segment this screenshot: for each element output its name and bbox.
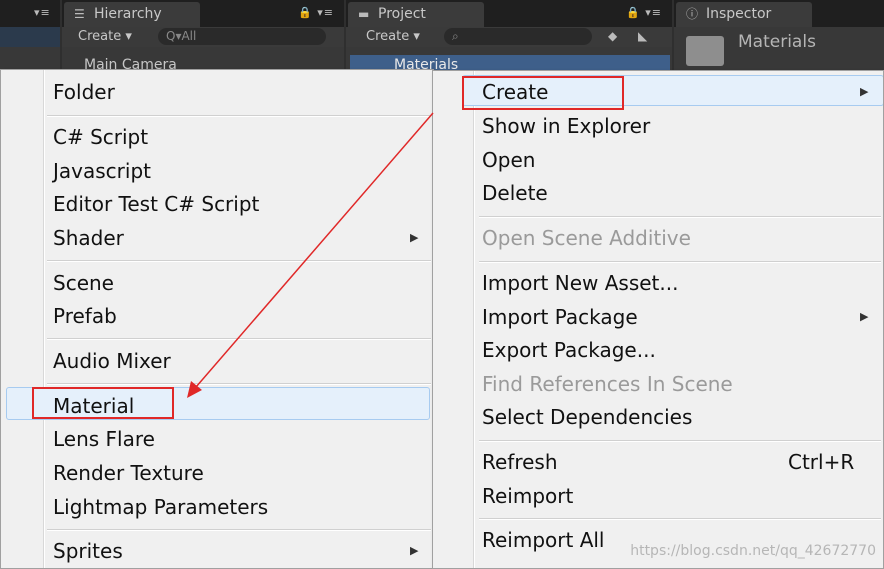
- project-lock-menu-icon[interactable]: 🔒 ▾≡: [626, 6, 662, 19]
- project-panel: ▬ Project 🔒 ▾≡ Create ▾ ⌕ ◆ ◣ Materials: [346, 0, 672, 80]
- create-submenu-separator: [47, 115, 431, 117]
- create-submenu-item-render-texture[interactable]: Render Texture: [1, 458, 433, 488]
- context-menu-item-label: Refresh: [482, 450, 558, 474]
- context-menu-item-label: Open: [482, 148, 536, 172]
- create-submenu-separator: [47, 529, 431, 531]
- context-menu-item-export-package[interactable]: Export Package...: [433, 335, 883, 365]
- hierarchy-list-icon: ☰: [74, 7, 85, 21]
- create-submenu-item-label: Shader: [53, 226, 124, 250]
- submenu-arrow-icon: ▶: [410, 544, 419, 557]
- context-menu-item-refresh[interactable]: Refresh Ctrl+R: [433, 447, 883, 477]
- context-menu-separator: [479, 518, 881, 520]
- project-create-dropdown[interactable]: Create ▾: [366, 28, 420, 46]
- context-menu-item-label: Delete: [482, 181, 548, 205]
- context-menu-item-delete[interactable]: Delete: [433, 178, 883, 208]
- tab-project-label: Project: [378, 6, 426, 22]
- context-menu-item-label: Import Package: [482, 305, 638, 329]
- create-submenu-item-label: Audio Mixer: [53, 349, 171, 373]
- tab-inspector[interactable]: ⓘ Inspector: [676, 2, 812, 27]
- create-submenu-item-folder[interactable]: Folder: [1, 77, 433, 107]
- annotation-box-create: [462, 76, 624, 110]
- folder-tab-icon: ▬: [358, 7, 370, 21]
- annotation-box-material: [32, 387, 174, 419]
- context-menu-separator: [479, 216, 881, 218]
- create-submenu-item-label: Folder: [53, 80, 115, 104]
- context-menu-item-import-new-asset[interactable]: Import New Asset...: [433, 268, 883, 298]
- create-submenu-item-label: Render Texture: [53, 461, 204, 485]
- search-icon: ⌕: [452, 29, 459, 43]
- filter-by-type-icon[interactable]: ◆: [608, 29, 617, 43]
- context-menu-item-shortcut: Ctrl+R: [788, 450, 855, 474]
- context-menu-item-import-package[interactable]: Import Package ▶: [433, 302, 883, 332]
- create-submenu-item-editor-test-c-script[interactable]: Editor Test C# Script: [1, 189, 433, 219]
- inspector-title: Materials: [738, 32, 816, 52]
- watermark-text: https://blog.csdn.net/qq_42672770: [630, 543, 876, 559]
- context-menu-item-label: Open Scene Additive: [482, 226, 691, 250]
- context-menu-item-open[interactable]: Open: [433, 145, 883, 175]
- create-submenu-item-c-script[interactable]: C# Script: [1, 122, 433, 152]
- create-submenu-item-shader[interactable]: Shader ▶: [1, 223, 433, 253]
- create-submenu-separator: [47, 260, 431, 262]
- create-submenu-item-lightmap-parameters[interactable]: Lightmap Parameters: [1, 492, 433, 522]
- create-submenu-item-label: Lightmap Parameters: [53, 495, 269, 519]
- tab-inspector-label: Inspector: [706, 6, 772, 22]
- context-menu-item-label: Import New Asset...: [482, 271, 679, 295]
- tab-hierarchy[interactable]: ☰ Hierarchy: [64, 2, 200, 27]
- create-submenu-item-label: Prefab: [53, 304, 117, 328]
- hierarchy-toolbar: Create ▾ Q▾All: [62, 27, 344, 47]
- context-menu-item-find-references-in-scene: Find References In Scene: [433, 369, 883, 399]
- context-menu-item-label: Reimport All: [482, 528, 605, 552]
- context-menu-item-reimport[interactable]: Reimport: [433, 481, 883, 511]
- submenu-arrow-icon: ▶: [860, 310, 869, 323]
- create-submenu-item-label: Editor Test C# Script: [53, 192, 260, 216]
- create-submenu-item-lens-flare[interactable]: Lens Flare: [1, 424, 433, 454]
- create-submenu-item-label: Lens Flare: [53, 427, 155, 451]
- create-submenu-separator: [47, 338, 431, 340]
- context-menu-separator: [479, 440, 881, 442]
- create-submenu: Folder C# Script Javascript Editor Test C# …: [0, 69, 434, 569]
- inspector-panel: ⓘ Inspector Materials: [674, 0, 884, 80]
- folder-large-icon: [686, 36, 724, 66]
- context-menu-item-label: Show in Explorer: [482, 114, 651, 138]
- context-menu-item-select-dependencies[interactable]: Select Dependencies: [433, 402, 883, 432]
- create-submenu-item-scene[interactable]: Scene: [1, 268, 433, 298]
- tab-project[interactable]: ▬ Project: [348, 2, 484, 27]
- create-submenu-item-label: Sprites: [53, 539, 123, 563]
- context-menu-item-label: Find References In Scene: [482, 372, 733, 396]
- create-submenu-item-label: C# Script: [53, 125, 149, 149]
- project-search-input[interactable]: ⌕: [444, 28, 592, 45]
- context-menu-separator: [479, 261, 881, 263]
- context-menu-item-label: Reimport: [482, 484, 574, 508]
- tab-hierarchy-label: Hierarchy: [94, 6, 162, 22]
- create-submenu-item-javascript[interactable]: Javascript: [1, 156, 433, 186]
- create-submenu-separator: [47, 383, 431, 385]
- hierarchy-lock-menu-icon[interactable]: 🔒 ▾≡: [298, 6, 334, 19]
- create-submenu-item-audio-mixer[interactable]: Audio Mixer: [1, 346, 433, 376]
- context-menu-item-open-scene-additive: Open Scene Additive: [433, 223, 883, 253]
- submenu-arrow-icon: ▶: [860, 85, 869, 98]
- panel-menu-icon[interactable]: ▾≡: [34, 6, 51, 19]
- create-submenu-item-prefab[interactable]: Prefab: [1, 301, 433, 331]
- context-menu-item-show-in-explorer[interactable]: Show in Explorer: [433, 111, 883, 141]
- project-toolbar: Create ▾ ⌕ ◆ ◣: [346, 27, 672, 47]
- context-menu-item-label: Select Dependencies: [482, 405, 693, 429]
- context-menu-item-label: Export Package...: [482, 338, 656, 362]
- project-context-menu: Create ▶ Show in Explorer Open Delete Open Sc…: [432, 70, 884, 569]
- submenu-arrow-icon: ▶: [410, 231, 419, 244]
- hierarchy-panel: ☰ Hierarchy 🔒 ▾≡ Create ▾ Q▾All Main Cam…: [62, 0, 344, 80]
- create-submenu-item-label: Javascript: [53, 159, 151, 183]
- create-submenu-item-sprites[interactable]: Sprites ▶: [1, 536, 433, 566]
- scene-panel-fragment: ▾≡: [0, 0, 60, 80]
- info-icon: ⓘ: [686, 7, 699, 21]
- hierarchy-create-dropdown[interactable]: Create ▾: [78, 28, 132, 46]
- filter-by-label-icon[interactable]: ◣: [638, 29, 647, 43]
- hierarchy-search-input[interactable]: Q▾All: [158, 28, 326, 45]
- create-submenu-item-label: Scene: [53, 271, 114, 295]
